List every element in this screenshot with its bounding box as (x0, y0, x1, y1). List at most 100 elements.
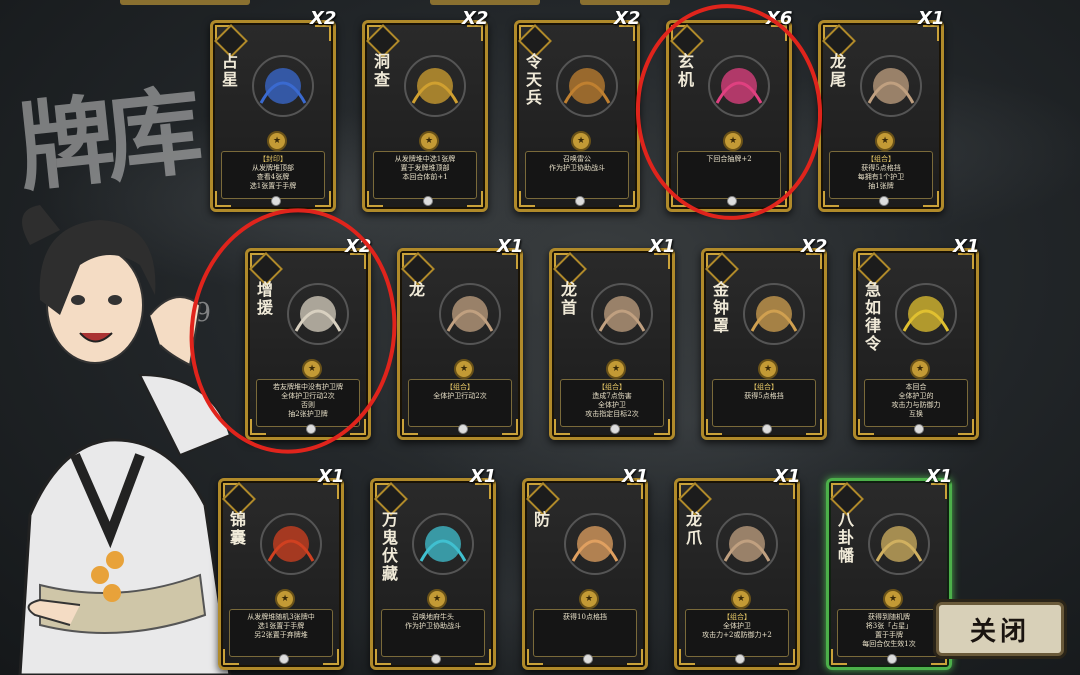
card-desc-line: 互换 (909, 410, 923, 418)
card-quantity: X2 (801, 236, 828, 257)
card-description: 【组合】 造成7点伤害 全体护卫 攻击指定目标2次 (560, 379, 664, 427)
pouch-art (260, 513, 322, 575)
close-button[interactable]: 关闭 (936, 602, 1064, 656)
card-name: 令天兵 (526, 52, 543, 107)
card-desc-line: 抽1张牌 (868, 182, 894, 190)
cost-medal-icon: ★ (910, 359, 930, 379)
deck-title: 牌库 (12, 74, 200, 206)
card-quantity: X2 (614, 8, 641, 29)
card-10[interactable]: 急如律令 ★ 本回合 全体护卫的 攻击力与防御力 互换 (853, 248, 979, 440)
cost-medal-icon: ★ (275, 589, 295, 609)
bagua-banner-art (868, 513, 930, 575)
card-dot-icon (458, 424, 468, 434)
card-8[interactable]: 龙首 ★ 【组合】 造成7点伤害 全体护卫 攻击指定目标2次 (549, 248, 675, 440)
card-desc-line: 攻击力与防御力 (891, 401, 941, 409)
card-desc-line: 每拥有1个护卫 (857, 173, 905, 181)
card-tag: 【组合】 (446, 383, 474, 391)
card-desc-line: 获得5点格挡 (861, 164, 901, 172)
card-name: 龙尾 (830, 52, 847, 89)
cost-medal-icon: ★ (571, 131, 591, 151)
card-desc-line: 全体护卫行动2次 (433, 392, 487, 400)
card-quantity: X1 (318, 466, 345, 487)
talisman-art (895, 283, 957, 345)
card-description: 本回合 全体护卫的 攻击力与防御力 互换 (864, 379, 968, 427)
dragon-tail-art (860, 55, 922, 117)
card-desc-line: 每回合仅生效1次 (862, 640, 916, 648)
top-strip (430, 0, 540, 5)
card-name: 锦囊 (230, 510, 247, 547)
card-desc-line: 作为护卫协助战斗 (549, 164, 605, 172)
card-description: 【组合】 获得5点格挡 每拥有1个护卫 抽1张牌 (829, 151, 933, 199)
bell-art (743, 283, 805, 345)
top-strip (580, 0, 670, 5)
card-tag: 【组合】 (723, 613, 751, 621)
constellation-art (252, 55, 314, 117)
card-quantity: X1 (649, 236, 676, 257)
card-desc-line: 置于手牌 (875, 631, 903, 639)
card-name: 洞查 (374, 52, 391, 89)
card-desc-line: 攻击力+2或防御力+2 (702, 631, 772, 639)
card-desc-line: 攻击指定目标2次 (585, 410, 639, 418)
card-desc-line: 选1张置于手牌 (257, 622, 305, 630)
card-description: 【组合】 获得5点格挡 (712, 379, 816, 427)
card-desc-line: 从发牌堆随机3张牌中 (247, 613, 315, 621)
card-desc-line: 召唤雷公 (563, 155, 591, 163)
cost-medal-icon: ★ (419, 131, 439, 151)
card-13[interactable]: 防 ★ 获得10点格挡 (522, 478, 648, 670)
card-15[interactable]: 八卦幡 ★ 获得到随机牌 将3张「占星」 置于手牌 每回合仅生效1次 (826, 478, 952, 670)
top-strip (120, 0, 250, 5)
card-dot-icon (735, 654, 745, 664)
card-tag: 【组合】 (598, 383, 626, 391)
card-dot-icon (610, 424, 620, 434)
cost-medal-icon: ★ (427, 589, 447, 609)
card-12[interactable]: 万鬼伏藏 ★ 召唤地府牛头 作为护卫协助战斗 (370, 478, 496, 670)
card-desc-line: 获得到随机牌 (868, 613, 910, 621)
card-desc-line: 本回合 (905, 383, 927, 391)
ghost-art (412, 513, 474, 575)
card-name: 占星 (222, 52, 239, 89)
card-dot-icon (583, 654, 593, 664)
card-dot-icon (271, 196, 281, 206)
card-desc-line: 从发牌堆顶部 (252, 164, 294, 172)
card-name: 防 (534, 510, 551, 529)
card-11[interactable]: 锦囊 ★ 从发牌堆随机3张牌中 选1张置于手牌 另2张置于弃牌堆 (218, 478, 344, 670)
card-tag: 【封印】 (259, 155, 287, 163)
card-desc-line: 查看4张牌 (256, 173, 290, 181)
card-dot-icon (279, 654, 289, 664)
eye-art (404, 55, 466, 117)
card-tag: 【组合】 (867, 155, 895, 163)
card-5[interactable]: 龙尾 ★ 【组合】 获得5点格挡 每拥有1个护卫 抽1张牌 (818, 20, 944, 212)
card-desc-line: 选1张置于手牌 (249, 182, 297, 190)
card-desc-line: 全体护卫 (598, 401, 626, 409)
card-dot-icon (575, 196, 585, 206)
card-dot-icon (887, 654, 897, 664)
card-desc-line: 本回合体前+1 (402, 173, 448, 181)
card-name: 龙首 (561, 280, 578, 317)
card-3[interactable]: 令天兵 ★ 召唤雷公 作为护卫协助战斗 (514, 20, 640, 212)
card-desc-line: 全体护卫的 (898, 392, 934, 400)
card-desc-line: 另2张置于弃牌堆 (254, 631, 308, 639)
card-description: 从发牌堆中选1张牌 置于发牌堆顶部 本回合体前+1 (373, 151, 477, 199)
cost-medal-icon: ★ (579, 589, 599, 609)
card-14[interactable]: 龙爪 ★ 【组合】 全体护卫 攻击力+2或防御力+2 (674, 478, 800, 670)
card-2[interactable]: 洞查 ★ 从发牌堆中选1张牌 置于发牌堆顶部 本回合体前+1 (362, 20, 488, 212)
thunder-god-art (556, 55, 618, 117)
card-dot-icon (762, 424, 772, 434)
card-quantity: X2 (462, 8, 489, 29)
card-dot-icon (914, 424, 924, 434)
card-7[interactable]: 龙 ★ 【组合】 全体护卫行动2次 (397, 248, 523, 440)
card-9[interactable]: 金钟罩 ★ 【组合】 获得5点格挡 (701, 248, 827, 440)
card-quantity: X1 (470, 466, 497, 487)
card-desc-line: 召唤地府牛头 (412, 613, 454, 621)
cost-medal-icon: ★ (454, 359, 474, 379)
card-desc-line: 置于发牌堆顶部 (400, 164, 450, 172)
card-desc-line: 作为护卫协助战斗 (405, 622, 461, 630)
cost-medal-icon: ★ (267, 131, 287, 151)
card-name: 龙 (409, 280, 426, 299)
dragon-body-art (439, 283, 501, 345)
card-desc-line: 将3张「占星」 (865, 622, 913, 630)
card-description: 从发牌堆随机3张牌中 选1张置于手牌 另2张置于弃牌堆 (229, 609, 333, 657)
card-name: 龙爪 (686, 510, 703, 547)
card-description: 召唤雷公 作为护卫协助战斗 (525, 151, 629, 199)
card-1[interactable]: 占星 ★ 【封印】 从发牌堆顶部 查看4张牌 选1张置于手牌 (210, 20, 336, 212)
